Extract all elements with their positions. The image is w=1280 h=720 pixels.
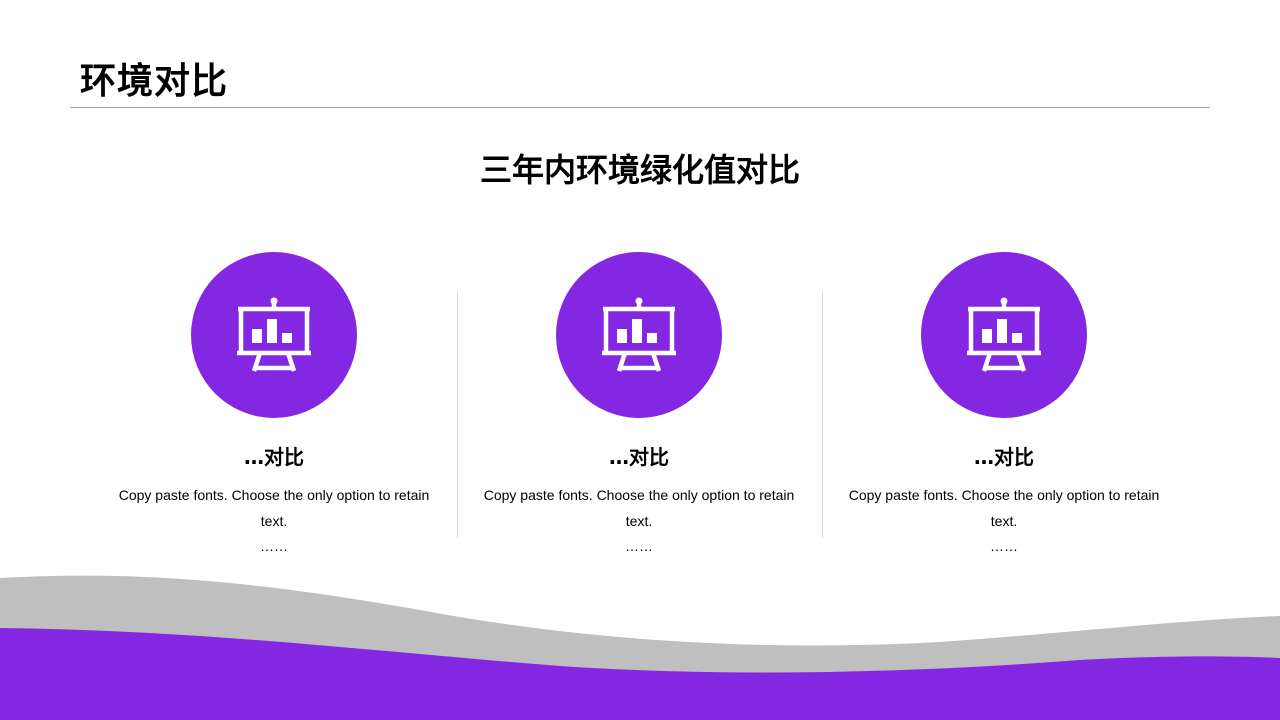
icon-circle [556, 252, 722, 418]
card-description: Copy paste fonts. Choose the only option… [483, 487, 795, 529]
page-title: 环境对比 [80, 61, 229, 102]
comparison-card-3: …对比 Copy paste fonts. Choose the only op… [839, 252, 1169, 556]
section-subtitle: 三年内环境绿化值对比 [479, 151, 800, 189]
comparison-card-1: …对比 Copy paste fonts. Choose the only op… [109, 252, 439, 556]
card-description: Copy paste fonts. Choose the only option… [848, 487, 1160, 529]
card-title: …对比 [244, 445, 304, 469]
presentation-chart-icon [602, 297, 676, 372]
card-description: Copy paste fonts. Choose the only option… [118, 487, 430, 529]
card-title: …对比 [609, 445, 669, 469]
slide: 环境对比 三年内环境绿化值对比 …对比 Copy paste fonts. Ch… [0, 0, 1280, 720]
title-underline [70, 107, 1210, 108]
bottom-wave-decoration [0, 575, 1280, 720]
icon-circle [921, 252, 1087, 418]
presentation-chart-icon [237, 297, 311, 372]
presentation-chart-icon [967, 297, 1041, 372]
icon-circle [191, 252, 357, 418]
card-ellipsis: …… [625, 538, 653, 554]
column-divider [457, 292, 458, 538]
card-ellipsis: …… [990, 538, 1018, 554]
column-divider [822, 292, 823, 538]
card-title: …对比 [974, 445, 1034, 469]
comparison-card-2: …对比 Copy paste fonts. Choose the only op… [474, 252, 804, 556]
card-ellipsis: …… [260, 538, 288, 554]
